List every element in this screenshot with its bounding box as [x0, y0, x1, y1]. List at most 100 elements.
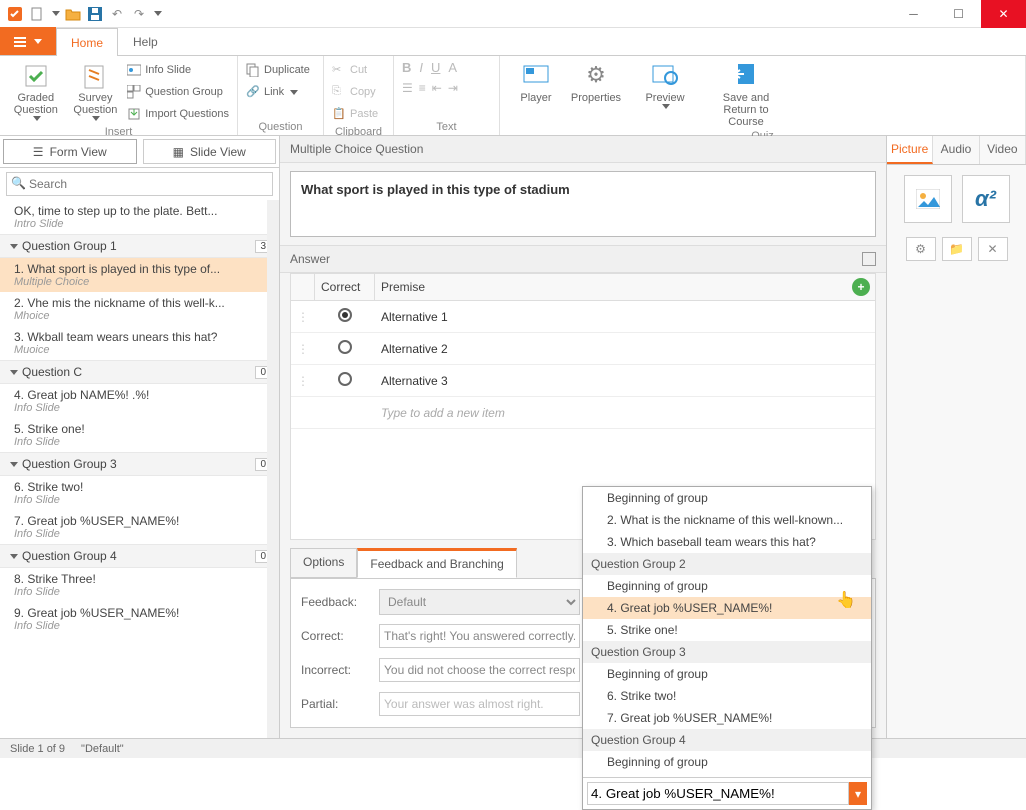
nav-q9[interactable]: 9. Great job %USER_NAME%!Info Slide: [0, 602, 279, 636]
form-view-tab[interactable]: ☰Form View: [3, 139, 137, 164]
maximize-button[interactable]: ☐: [936, 0, 981, 28]
left-panel: ☰Form View ▦Slide View 🔍 OK, time to ste…: [0, 136, 280, 738]
branch-dropdown-popup[interactable]: Beginning of group2. What is the nicknam…: [582, 486, 872, 810]
copy-button[interactable]: ⎘Copy: [332, 82, 378, 102]
dropdown-item[interactable]: 5. Strike one!: [583, 619, 871, 641]
options-tab[interactable]: Options: [290, 548, 357, 578]
font-color-icon[interactable]: A: [448, 60, 457, 75]
tab-home[interactable]: Home: [56, 28, 118, 56]
dropdown-item[interactable]: 3. Which baseball team wears this hat?: [583, 531, 871, 553]
bullets-icon[interactable]: ☰: [402, 81, 413, 95]
correct-radio-3[interactable]: [338, 372, 352, 386]
numbering-icon[interactable]: ≡: [419, 81, 426, 95]
status-layout: "Default": [81, 743, 124, 755]
nav-q6-sub: Info Slide: [14, 494, 271, 506]
dropdown-item[interactable]: 7. Great job %USER_NAME%!: [583, 707, 871, 729]
nav-q6[interactable]: 6. Strike two!Info Slide: [0, 476, 279, 510]
redo-icon[interactable]: ↷: [130, 5, 148, 23]
answer-row-2[interactable]: ⋮Alternative 2: [291, 333, 875, 365]
answer-row-1[interactable]: ⋮Alternative 1: [291, 301, 875, 333]
new-dropdown[interactable]: [52, 11, 60, 16]
preview-button[interactable]: Preview: [637, 60, 693, 109]
indent-dec-icon[interactable]: ⇤: [432, 81, 442, 95]
dropdown-selected-input[interactable]: [587, 782, 849, 805]
nav-group-2[interactable]: Question C0: [0, 360, 279, 384]
question-text-input[interactable]: What sport is played in this type of sta…: [290, 171, 876, 237]
graded-question-button[interactable]: Graded Question: [8, 60, 64, 121]
audio-tab[interactable]: Audio: [933, 136, 979, 164]
undo-icon[interactable]: ↶: [108, 5, 126, 23]
slide-view-tab[interactable]: ▦Slide View: [143, 139, 277, 164]
indent-inc-icon[interactable]: ⇥: [448, 81, 458, 95]
feedback-tab[interactable]: Feedback and Branching: [357, 548, 516, 578]
nav-q9-title: 9. Great job %USER_NAME%!: [14, 606, 271, 620]
correct-radio-1[interactable]: [338, 308, 352, 322]
add-answer-button[interactable]: +: [852, 278, 870, 296]
image-placeholder[interactable]: [904, 175, 952, 223]
nav-intro[interactable]: OK, time to step up to the plate. Bett..…: [0, 200, 279, 234]
correct-input[interactable]: [379, 624, 580, 648]
dropdown-arrow[interactable]: ▾: [849, 782, 867, 805]
dropdown-item[interactable]: 6. Strike two!: [583, 685, 871, 707]
media-open-button[interactable]: 📁: [942, 237, 972, 261]
dropdown-item[interactable]: Beginning of group: [583, 487, 871, 509]
link-button[interactable]: 🔗Link: [246, 82, 310, 102]
file-tab[interactable]: [0, 27, 56, 55]
picture-tab[interactable]: Picture: [887, 136, 933, 164]
properties-button[interactable]: ⚙Properties: [568, 60, 624, 104]
save-icon[interactable]: [86, 5, 104, 23]
dropdown-item[interactable]: Beginning of group: [583, 575, 871, 597]
nav-q4[interactable]: 4. Great job NAME%! .%!Info Slide: [0, 384, 279, 418]
info-slide-button[interactable]: Info Slide: [127, 60, 229, 80]
dropdown-item[interactable]: 2. What is the nickname of this well-kno…: [583, 509, 871, 531]
nav-q2[interactable]: 2. Vhe mis the nickname of this well-k..…: [0, 292, 279, 326]
feedback-select[interactable]: Default: [379, 589, 580, 615]
cut-button[interactable]: ✂Cut: [332, 60, 378, 80]
survey-question-button[interactable]: Survey Question: [68, 60, 124, 121]
ribbon: Graded Question Survey Question Info Sli…: [0, 56, 1026, 136]
nav-group-4[interactable]: Question Group 40: [0, 544, 279, 568]
equation-placeholder[interactable]: α²: [962, 175, 1010, 223]
media-delete-button[interactable]: ✕: [978, 237, 1008, 261]
paste-button[interactable]: 📋Paste: [332, 104, 378, 124]
minimize-button[interactable]: ─: [891, 0, 936, 28]
nav-group-1-label: Question Group 1: [22, 239, 117, 253]
alt-3-text[interactable]: Alternative 3: [375, 374, 875, 388]
partial-input[interactable]: [379, 692, 580, 716]
question-group-button[interactable]: Question Group: [127, 82, 229, 102]
incorrect-input[interactable]: [379, 658, 580, 682]
new-item-placeholder[interactable]: Type to add a new item: [375, 406, 875, 420]
save-return-button[interactable]: Save and Return to Course: [706, 60, 786, 128]
video-tab[interactable]: Video: [980, 136, 1026, 164]
answer-row-3[interactable]: ⋮Alternative 3: [291, 365, 875, 397]
tab-help[interactable]: Help: [118, 27, 173, 55]
qat-dropdown[interactable]: [154, 11, 162, 16]
correct-radio-2[interactable]: [338, 340, 352, 354]
survey-question-label: Survey Question: [68, 92, 124, 116]
duplicate-button[interactable]: Duplicate: [246, 60, 310, 80]
open-icon[interactable]: [64, 5, 82, 23]
dropdown-item[interactable]: Beginning of group: [583, 663, 871, 685]
alt-2-text[interactable]: Alternative 2: [375, 342, 875, 356]
dropdown-item[interactable]: Beginning of group: [583, 751, 871, 773]
nav-q4-title: 4. Great job NAME%! .%!: [14, 388, 271, 402]
nav-q5[interactable]: 5. Strike one!Info Slide: [0, 418, 279, 452]
nav-intro-sub: Intro Slide: [14, 218, 271, 230]
import-questions-button[interactable]: Import Questions: [127, 104, 229, 124]
nav-q3[interactable]: 3. Wkball team wears unears this hat?Muo…: [0, 326, 279, 360]
answer-expand-icon[interactable]: [862, 252, 876, 266]
search-input[interactable]: [6, 172, 273, 196]
player-button[interactable]: Player: [508, 60, 564, 104]
nav-group-3[interactable]: Question Group 30: [0, 452, 279, 476]
nav-group-1[interactable]: Question Group 13: [0, 234, 279, 258]
close-button[interactable]: ✕: [981, 0, 1026, 28]
media-settings-button[interactable]: ⚙: [906, 237, 936, 261]
dropdown-item[interactable]: 4. Great job %USER_NAME%!: [583, 597, 871, 619]
new-icon[interactable]: [28, 5, 46, 23]
nav-scrollbar[interactable]: [267, 200, 279, 738]
answer-row-new[interactable]: Type to add a new item: [291, 397, 875, 429]
nav-q7[interactable]: 7. Great job %USER_NAME%!Info Slide: [0, 510, 279, 544]
nav-q8[interactable]: 8. Strike Three!Info Slide: [0, 568, 279, 602]
nav-q1[interactable]: 1. What sport is played in this type of.…: [0, 258, 279, 292]
alt-1-text[interactable]: Alternative 1: [375, 310, 875, 324]
